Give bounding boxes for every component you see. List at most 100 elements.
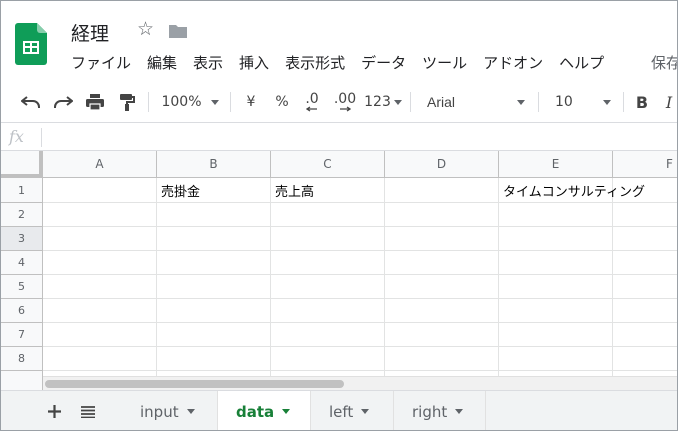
cell-b2[interactable] xyxy=(157,203,271,227)
cell-c3[interactable] xyxy=(271,227,385,251)
cell-a6[interactable] xyxy=(43,299,157,323)
cell-e5[interactable] xyxy=(499,275,613,299)
zoom-select[interactable]: 100% xyxy=(157,81,223,123)
row-header-6[interactable]: 6 xyxy=(1,299,43,323)
column-header-c[interactable]: C xyxy=(271,151,385,178)
cell-d2[interactable] xyxy=(385,203,499,227)
cell-e7[interactable] xyxy=(499,323,613,347)
row-header-2[interactable]: 2 xyxy=(1,203,43,227)
column-header-d[interactable]: D xyxy=(385,151,499,178)
cell-b4[interactable] xyxy=(157,251,271,275)
cell-d7[interactable] xyxy=(385,323,499,347)
cell-d8[interactable] xyxy=(385,347,499,371)
select-all-corner[interactable] xyxy=(1,151,43,178)
cell-e2[interactable] xyxy=(499,203,613,227)
cell-f8[interactable] xyxy=(613,347,677,371)
document-title[interactable]: 経理 xyxy=(71,19,109,46)
sheet-tab-left[interactable]: left xyxy=(311,391,394,430)
cell-c8[interactable] xyxy=(271,347,385,371)
cell-f1[interactable] xyxy=(613,178,677,203)
cell-c4[interactable] xyxy=(271,251,385,275)
cell-c7[interactable] xyxy=(271,323,385,347)
row-header-8[interactable]: 8 xyxy=(1,347,43,371)
column-header-a[interactable]: A xyxy=(43,151,157,178)
menu-format[interactable]: 表示形式 xyxy=(277,52,353,74)
horizontal-scrollbar[interactable] xyxy=(43,376,677,390)
star-icon[interactable]: ☆ xyxy=(137,20,154,39)
italic-button[interactable]: I xyxy=(659,81,677,123)
cell-a4[interactable] xyxy=(43,251,157,275)
cell-b3[interactable] xyxy=(157,227,271,251)
row-header-9[interactable] xyxy=(1,371,43,390)
folder-icon[interactable] xyxy=(168,24,188,39)
cell-d5[interactable] xyxy=(385,275,499,299)
menu-insert[interactable]: 挿入 xyxy=(231,52,277,74)
row-header-3[interactable]: 3 xyxy=(1,227,43,251)
cell-b1[interactable]: 売掛金 xyxy=(157,178,271,203)
menu-data[interactable]: データ xyxy=(353,52,414,74)
menu-tools[interactable]: ツール xyxy=(414,52,475,74)
cell-b8[interactable] xyxy=(157,347,271,371)
decrease-decimal-button[interactable]: .0 xyxy=(298,81,326,123)
menu-help[interactable]: ヘルプ xyxy=(551,52,612,74)
cell-a1[interactable] xyxy=(43,178,157,203)
column-header-f[interactable]: F xyxy=(613,151,677,178)
cell-f4[interactable] xyxy=(613,251,677,275)
menu-addons[interactable]: アドオン xyxy=(475,52,551,74)
cell-e6[interactable] xyxy=(499,299,613,323)
row-header-1[interactable]: 1 xyxy=(1,178,43,203)
increase-decimal-button[interactable]: .00 xyxy=(330,81,360,123)
sheets-logo-icon[interactable] xyxy=(15,23,47,65)
cell-e3[interactable] xyxy=(499,227,613,251)
undo-button[interactable] xyxy=(18,81,44,123)
menu-view[interactable]: 表示 xyxy=(185,52,231,74)
sheet-tab-data[interactable]: data xyxy=(218,391,311,430)
cell-b5[interactable] xyxy=(157,275,271,299)
cell-d3[interactable] xyxy=(385,227,499,251)
font-family-select[interactable]: Arial xyxy=(419,81,529,123)
cell-a2[interactable] xyxy=(43,203,157,227)
cell-a7[interactable] xyxy=(43,323,157,347)
cell-f2[interactable] xyxy=(613,203,677,227)
currency-format-button[interactable]: ¥ xyxy=(239,81,263,123)
number-format-select[interactable]: 123 xyxy=(364,81,402,123)
menu-edit[interactable]: 編集 xyxy=(139,52,185,74)
cell-a3[interactable] xyxy=(43,227,157,251)
font-size-select[interactable]: 10 xyxy=(547,81,615,123)
menu-file[interactable]: ファイル xyxy=(63,52,139,74)
cell-c2[interactable] xyxy=(271,203,385,227)
cell-f7[interactable] xyxy=(613,323,677,347)
cell-c1[interactable]: 売上高 xyxy=(271,178,385,203)
column-header-b[interactable]: B xyxy=(157,151,271,178)
cell-d6[interactable] xyxy=(385,299,499,323)
add-sheet-button[interactable] xyxy=(41,391,67,430)
cell-f6[interactable] xyxy=(613,299,677,323)
scrollbar-thumb[interactable] xyxy=(45,380,344,388)
cell-b6[interactable] xyxy=(157,299,271,323)
print-button[interactable] xyxy=(82,81,108,123)
sheet-tab-input[interactable]: input xyxy=(122,391,218,430)
row-header-5[interactable]: 5 xyxy=(1,275,43,299)
cell-d1[interactable] xyxy=(385,178,499,203)
cell-c6[interactable] xyxy=(271,299,385,323)
row-header-7[interactable]: 7 xyxy=(1,323,43,347)
sheet-grid[interactable]: A B C D E F 1 2 3 4 5 6 7 8 売掛金 売上高 タイムコンサ… xyxy=(1,151,677,390)
cell-e1[interactable]: タイムコンサルティング xyxy=(499,178,645,203)
row-header-4[interactable]: 4 xyxy=(1,251,43,275)
paint-format-button[interactable] xyxy=(114,81,140,123)
cell-a5[interactable] xyxy=(43,275,157,299)
cell-f3[interactable] xyxy=(613,227,677,251)
sheet-tab-right[interactable]: right xyxy=(394,391,486,430)
all-sheets-button[interactable] xyxy=(75,391,101,430)
redo-button[interactable] xyxy=(50,81,76,123)
percent-format-button[interactable]: % xyxy=(270,81,294,123)
cell-e8[interactable] xyxy=(499,347,613,371)
cell-c5[interactable] xyxy=(271,275,385,299)
column-header-e[interactable]: E xyxy=(499,151,613,178)
cell-d4[interactable] xyxy=(385,251,499,275)
cell-e4[interactable] xyxy=(499,251,613,275)
cell-f5[interactable] xyxy=(613,275,677,299)
bold-button[interactable]: B xyxy=(631,81,653,123)
cell-b7[interactable] xyxy=(157,323,271,347)
cell-a8[interactable] xyxy=(43,347,157,371)
